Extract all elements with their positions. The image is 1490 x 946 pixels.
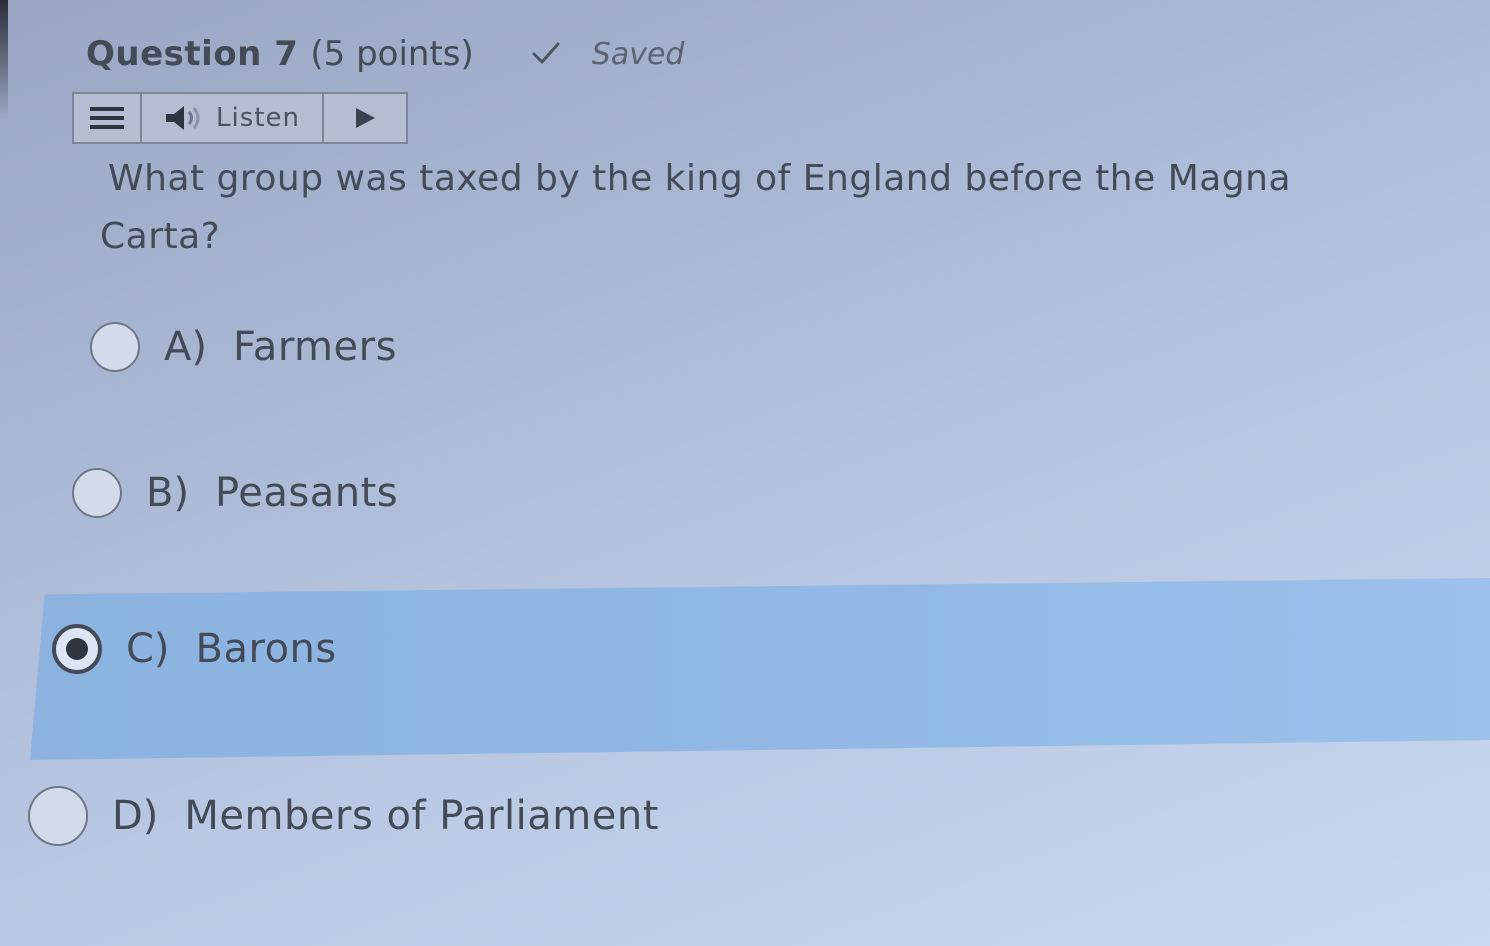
option-text: Farmers (232, 324, 397, 370)
menu-icon (90, 107, 124, 129)
question-header: Question 7 (5 points) Saved (86, 30, 684, 78)
question-title: Question 7 (86, 34, 299, 74)
option-text: Members of Parliament (184, 793, 659, 839)
option-letter: A) (164, 324, 207, 370)
option-letter: D) (112, 793, 159, 839)
screen-edge (0, 0, 8, 120)
option-letter: B) (146, 470, 190, 516)
saved-status: Saved (530, 36, 685, 72)
option-text: Peasants (215, 470, 399, 516)
option-b[interactable]: B) Peasants (72, 468, 398, 518)
option-a[interactable]: A) Farmers (90, 322, 397, 372)
option-text: Barons (195, 626, 337, 672)
radio-button-b[interactable] (72, 468, 122, 518)
menu-button[interactable] (74, 94, 142, 142)
play-icon (356, 108, 375, 128)
radio-button-a[interactable] (90, 322, 140, 372)
radio-selected-dot (66, 638, 88, 660)
listen-button[interactable]: Listen (142, 94, 324, 142)
option-d[interactable]: D) Members of Parliament (28, 786, 659, 846)
saved-label: Saved (591, 36, 685, 72)
checkmark-icon (532, 42, 560, 64)
readspeaker-toolbar: Listen (72, 92, 408, 144)
question-points: (5 points) (310, 34, 474, 74)
question-text: What group was taxed by the king of Engl… (100, 158, 1292, 257)
play-button[interactable] (324, 94, 406, 142)
radio-button-c[interactable] (52, 624, 102, 674)
option-c[interactable]: C) Barons (52, 624, 337, 674)
speaker-icon (166, 106, 200, 130)
option-letter: C) (126, 626, 170, 672)
radio-button-d[interactable] (28, 786, 88, 846)
listen-label: Listen (216, 103, 300, 133)
